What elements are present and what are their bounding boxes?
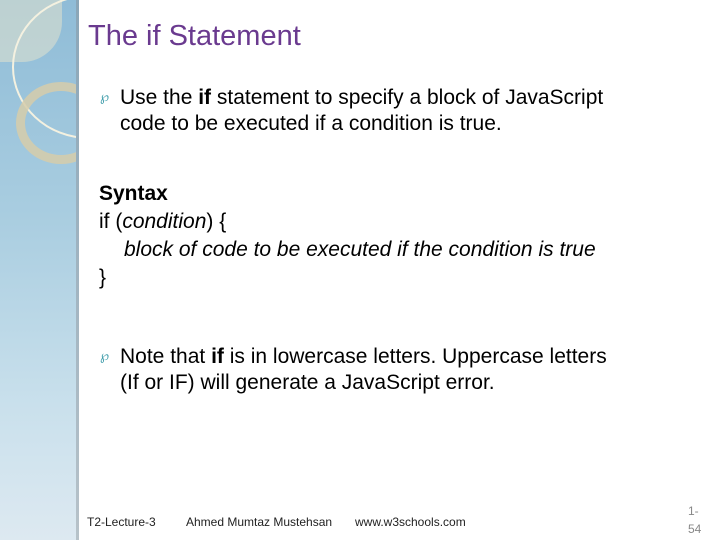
syntax-line3: } [99,266,107,289]
syntax-open-brace: ) { [206,210,227,233]
bullet-text-line2: code to be executed if a condition is tr… [120,112,502,135]
slide-title: The if Statement [88,20,301,52]
syntax-line2: block of code to be executed if the cond… [124,238,596,261]
bullet-text-pre: Note that [120,345,212,368]
bullet-text-pre: Use the [120,86,199,109]
footer-author: Ahmed Mumtaz Mustehsan [186,515,333,529]
page-number-line1: 1- [688,504,699,518]
bullet-text-post: statement to specify a block of JavaScri… [211,86,604,109]
bullet-text-line2: (If or IF) will generate a JavaScript er… [120,371,495,394]
sidebar-decoration [0,0,76,540]
page-number-line2: 54 [688,522,702,536]
bullet-item-if-usage: ℘ Use the if statement to specify a block… [100,84,700,137]
curl-bullet-icon: ℘ [100,89,110,104]
syntax-block: Syntax if (condition) { block of code to… [99,180,596,292]
curl-bullet-icon: ℘ [100,348,110,363]
syntax-line1: if (condition) { [99,208,596,236]
syntax-heading: Syntax [99,182,168,205]
syntax-condition: condition [122,210,207,233]
footer-source: www.w3schools.com [355,515,466,529]
sidebar-edge [76,0,79,540]
page-number: 1- 54 [688,502,701,538]
bullet-keyword: if [198,86,212,109]
bullet-item-lowercase-note: ℘ Note that if is in lowercase letters. U… [100,343,700,396]
bullet-text-post: is in lowercase letters. Uppercase lette… [223,345,607,368]
footer-lecture: T2-Lecture-3 [87,515,156,529]
bullet-keyword: if [211,345,224,368]
syntax-if: if ( [99,210,123,233]
